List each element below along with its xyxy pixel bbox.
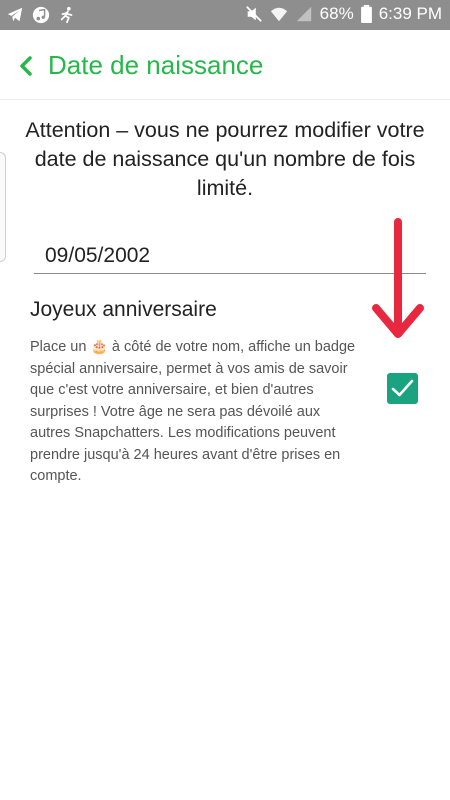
cake-icon: 🎂 [90, 338, 108, 354]
birthday-checkbox[interactable] [387, 373, 418, 404]
status-bar: 68% 6:39 PM [0, 0, 450, 30]
battery-icon [360, 5, 372, 23]
side-tab-handle[interactable] [0, 152, 6, 262]
clock: 6:39 PM [378, 4, 442, 23]
music-icon [32, 6, 50, 24]
description-text-start: Place un [30, 339, 91, 355]
status-right-icons: 68% 6:39 PM [245, 4, 442, 24]
warning-text: Attention – vous ne pourrez modifier vot… [25, 118, 425, 200]
page-title: Date de naissance [48, 50, 264, 80]
battery-percentage: 68% [319, 4, 354, 23]
checkmark-icon [391, 379, 414, 397]
chevron-left-icon [20, 56, 32, 76]
mute-icon [245, 6, 262, 22]
birthday-section-description: Place un 🎂 à côté de votre nom, affiche … [30, 336, 360, 488]
status-left-icons [6, 6, 76, 24]
arrow-down-icon [372, 218, 424, 338]
back-button[interactable] [12, 50, 40, 82]
runner-icon [60, 6, 73, 24]
description-text-end: à côté de votre nom, affiche un badge sp… [30, 339, 356, 484]
birthday-section-title: Joyeux anniversaire [30, 298, 217, 321]
wifi-icon [270, 7, 287, 22]
signal-icon [296, 6, 311, 22]
telegram-icon [7, 7, 23, 22]
header: Date de naissance [0, 30, 450, 100]
